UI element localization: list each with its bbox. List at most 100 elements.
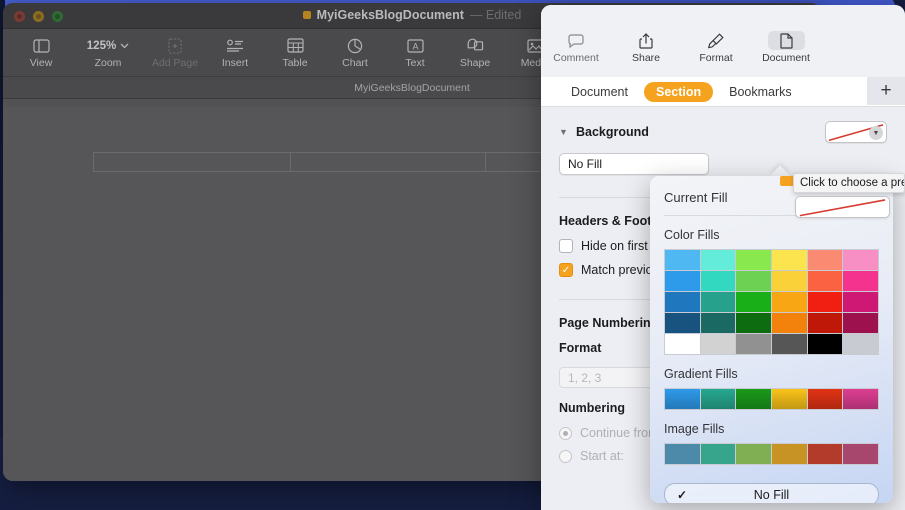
image-swatch-5[interactable]	[843, 444, 878, 464]
zoom-value-group[interactable]: 125%	[87, 36, 129, 55]
color-swatch-17[interactable]	[843, 292, 878, 312]
color-swatch-1[interactable]	[700, 250, 736, 270]
inspector-label-comment: Comment	[553, 52, 599, 64]
format-bar-label: MyiGeeksBlogDocument	[354, 81, 470, 94]
toolbar-item-text[interactable]: A Text	[385, 33, 445, 69]
color-swatch-15[interactable]	[772, 292, 807, 312]
share-icon	[639, 31, 653, 50]
toolbar-label-view: View	[29, 57, 53, 69]
color-swatch-16[interactable]	[807, 292, 843, 312]
color-swatch-23[interactable]	[843, 313, 878, 333]
color-swatch-14[interactable]	[736, 292, 771, 312]
zoom-level: 125%	[86, 39, 117, 52]
gradient-swatch-1[interactable]	[700, 389, 736, 409]
table-icon	[286, 36, 304, 55]
start-at-label: Start at:	[580, 449, 624, 463]
page-title: MyiGeeksBlogDocument	[316, 8, 464, 22]
image-fills-grid[interactable]	[664, 443, 879, 465]
header-field-left[interactable]	[93, 152, 291, 172]
color-swatch-25[interactable]	[700, 334, 736, 354]
gradient-swatch-0[interactable]	[665, 389, 700, 409]
match-previous-checkbox[interactable]: ✓	[559, 263, 573, 277]
format-icon	[708, 31, 724, 50]
toolbar-item-table[interactable]: Table	[265, 33, 325, 69]
image-swatch-1[interactable]	[700, 444, 736, 464]
gradient-swatch-5[interactable]	[843, 389, 878, 409]
image-fills-label: Image Fills	[664, 422, 725, 436]
color-swatch-8[interactable]	[736, 271, 771, 291]
tab-document[interactable]: Document	[559, 82, 640, 102]
color-swatch-7[interactable]	[700, 271, 736, 291]
start-at-radio[interactable]	[559, 449, 572, 463]
gradient-swatch-2[interactable]	[736, 389, 771, 409]
toolbar-item-view[interactable]: View	[11, 33, 71, 69]
color-swatch-26[interactable]	[736, 334, 771, 354]
color-swatch-10[interactable]	[807, 271, 843, 291]
toolbar-label-insert: Insert	[221, 57, 249, 69]
no-fill-button[interactable]: ✓ No Fill	[664, 483, 879, 503]
chevron-down-icon	[120, 43, 129, 48]
color-swatch-18[interactable]	[665, 313, 700, 333]
toolbar-item-chart[interactable]: Chart	[325, 33, 385, 69]
chevron-down-icon[interactable]: ▼	[559, 127, 569, 137]
inspector-item-share[interactable]: Share	[611, 31, 681, 64]
fill-preview-button[interactable]: ▼	[825, 121, 887, 143]
inspector-item-format[interactable]: Format	[681, 31, 751, 64]
color-swatch-24[interactable]	[665, 334, 700, 354]
fill-picker-popover: Current Fill Color Fills Gradient Fills …	[650, 176, 893, 503]
color-fills-grid[interactable]	[664, 249, 879, 355]
background-section-header[interactable]: ▼ Background ▼	[559, 121, 887, 143]
inspector-label-share: Share	[631, 52, 661, 64]
format-label: Format	[559, 341, 602, 355]
color-swatch-4[interactable]	[807, 250, 843, 270]
header-field-center[interactable]	[290, 152, 486, 172]
no-fill-slash-icon	[799, 199, 886, 217]
color-swatch-28[interactable]	[807, 334, 843, 354]
toolbar-item-shape[interactable]: Shape	[445, 33, 505, 69]
toolbar-label-text: Text	[405, 57, 425, 69]
tab-bookmarks[interactable]: Bookmarks	[717, 82, 804, 102]
image-swatch-0[interactable]	[665, 444, 700, 464]
background-fill-select[interactable]: No Fill	[559, 153, 709, 175]
color-swatch-6[interactable]	[665, 271, 700, 291]
color-swatch-22[interactable]	[807, 313, 843, 333]
image-swatch-3[interactable]	[772, 444, 807, 464]
fill-preview-secondary[interactable]	[795, 196, 890, 218]
toolbar-item-zoom[interactable]: 125% Zoom	[71, 33, 145, 69]
color-swatch-3[interactable]	[772, 250, 807, 270]
gradient-swatch-4[interactable]	[807, 389, 843, 409]
toolbar-item-add-page: Add Page	[145, 33, 205, 69]
color-swatch-20[interactable]	[736, 313, 771, 333]
header-fields-row[interactable]	[93, 152, 615, 172]
color-swatch-empty	[843, 334, 878, 354]
tab-section[interactable]: Section	[643, 81, 714, 102]
color-swatch-5[interactable]	[843, 250, 878, 270]
svg-text:A: A	[412, 41, 418, 51]
image-swatch-4[interactable]	[807, 444, 843, 464]
toolbar-label-add-page: Add Page	[151, 57, 199, 69]
inspector-item-document[interactable]: Document	[751, 31, 821, 64]
inspector-item-comment[interactable]: Comment	[541, 31, 611, 64]
color-swatch-12[interactable]	[665, 292, 700, 312]
color-swatch-27[interactable]	[772, 334, 807, 354]
image-swatch-2[interactable]	[736, 444, 771, 464]
color-swatch-0[interactable]	[665, 250, 700, 270]
color-swatch-2[interactable]	[736, 250, 771, 270]
hide-on-first-checkbox[interactable]	[559, 239, 573, 253]
continue-from-label: Continue from	[580, 426, 659, 440]
chevron-down-icon[interactable]: ▼	[869, 126, 883, 140]
add-tab-button[interactable]: +	[867, 77, 905, 105]
color-swatch-11[interactable]	[843, 271, 878, 291]
color-swatch-21[interactable]	[772, 313, 807, 333]
color-swatch-19[interactable]	[700, 313, 736, 333]
gradient-fills-grid[interactable]	[664, 388, 879, 410]
gradient-swatch-3[interactable]	[772, 389, 807, 409]
toolbar-label-chart: Chart	[342, 57, 368, 69]
popover-arrow	[770, 165, 790, 176]
gradient-fills-label: Gradient Fills	[664, 367, 738, 381]
inspector-tab-bar: Document Section Bookmarks	[541, 77, 905, 107]
toolbar-item-insert[interactable]: Insert	[205, 33, 265, 69]
color-swatch-13[interactable]	[700, 292, 736, 312]
color-swatch-9[interactable]	[772, 271, 807, 291]
continue-from-radio[interactable]	[559, 426, 572, 440]
